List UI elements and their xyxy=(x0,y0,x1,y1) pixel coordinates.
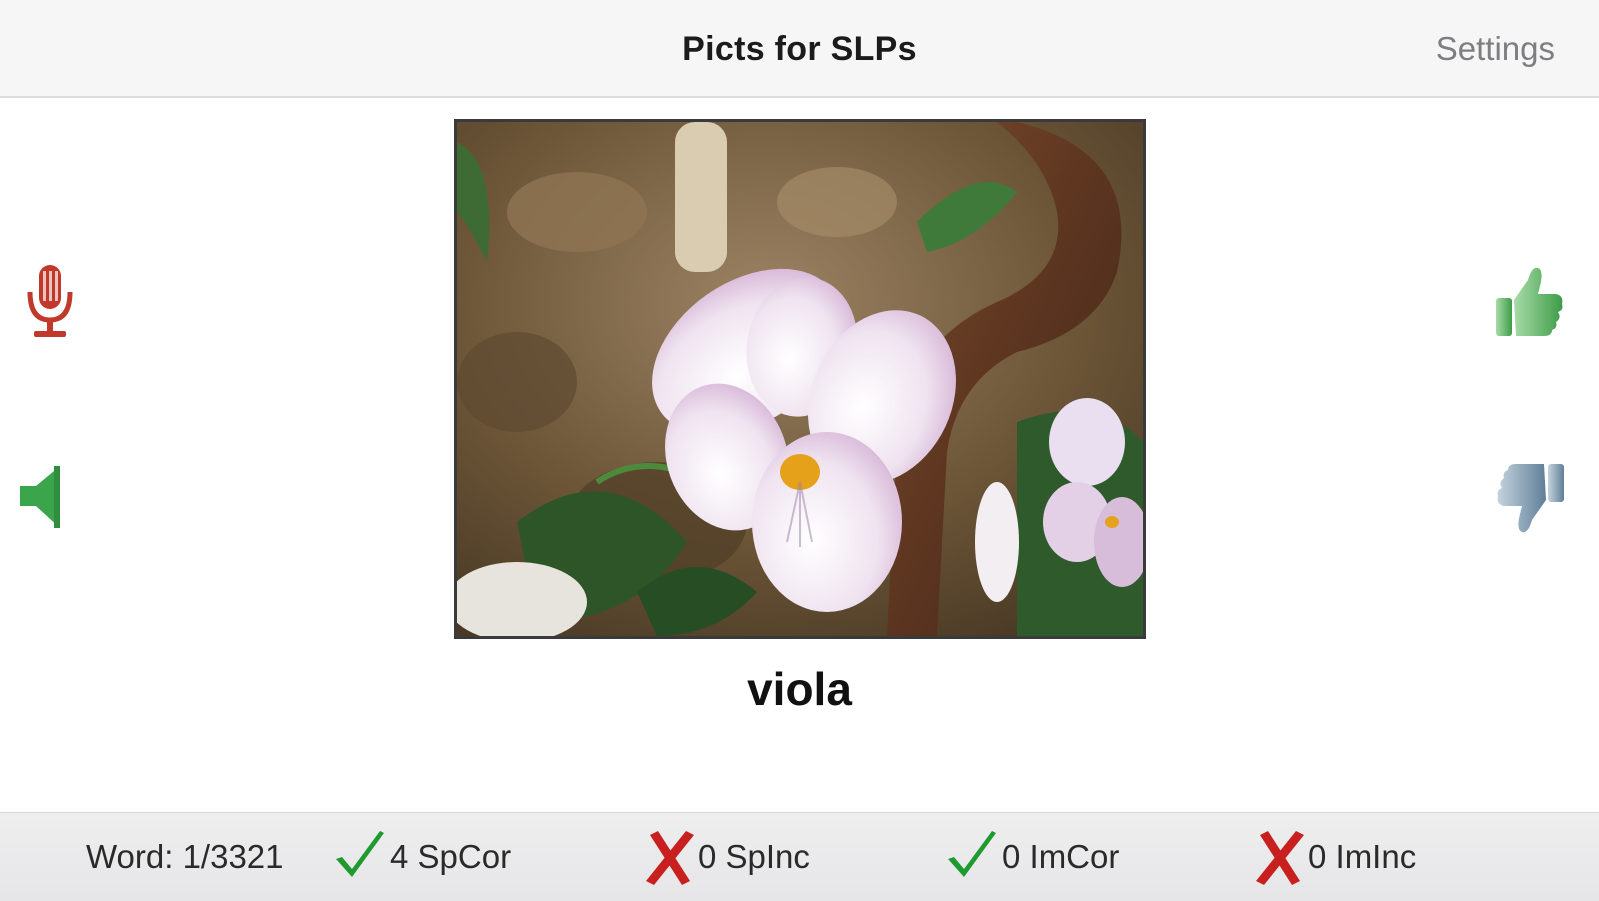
navigation-bar: Picts for SLPs Settings xyxy=(0,0,1599,98)
flashcard-image xyxy=(454,119,1146,639)
speech-correct-stat: 4 SpCor xyxy=(332,813,511,901)
word-counter: Word: 1/3321 xyxy=(86,838,284,875)
cross-icon xyxy=(646,831,694,885)
checkmark-icon xyxy=(948,831,996,877)
imitation-incorrect-label: 0 ImInc xyxy=(1308,838,1417,875)
cross-icon xyxy=(1256,831,1304,885)
imitation-incorrect-stat: 0 ImInc xyxy=(1250,813,1416,901)
speaker-icon[interactable] xyxy=(16,462,72,532)
status-bar: Word: 1/3321 4 SpCor 0 SpInc 0 ImCor 0 I… xyxy=(0,812,1599,901)
imitation-correct-stat: 0 ImCor xyxy=(944,813,1119,901)
speech-correct-label: 4 SpCor xyxy=(390,838,512,875)
thumbs-down-icon[interactable] xyxy=(1494,458,1566,538)
thumbs-up-icon[interactable] xyxy=(1494,262,1566,342)
speech-incorrect-label: 0 SpInc xyxy=(698,838,810,875)
checkmark-icon xyxy=(336,831,384,877)
flashcard-word: viola xyxy=(747,663,852,715)
app-title: Picts for SLPs xyxy=(682,30,917,68)
settings-button[interactable]: Settings xyxy=(1436,30,1555,68)
imitation-correct-label: 0 ImCor xyxy=(1002,838,1120,875)
microphone-icon[interactable] xyxy=(22,262,80,342)
speech-incorrect-stat: 0 SpInc xyxy=(640,813,810,901)
